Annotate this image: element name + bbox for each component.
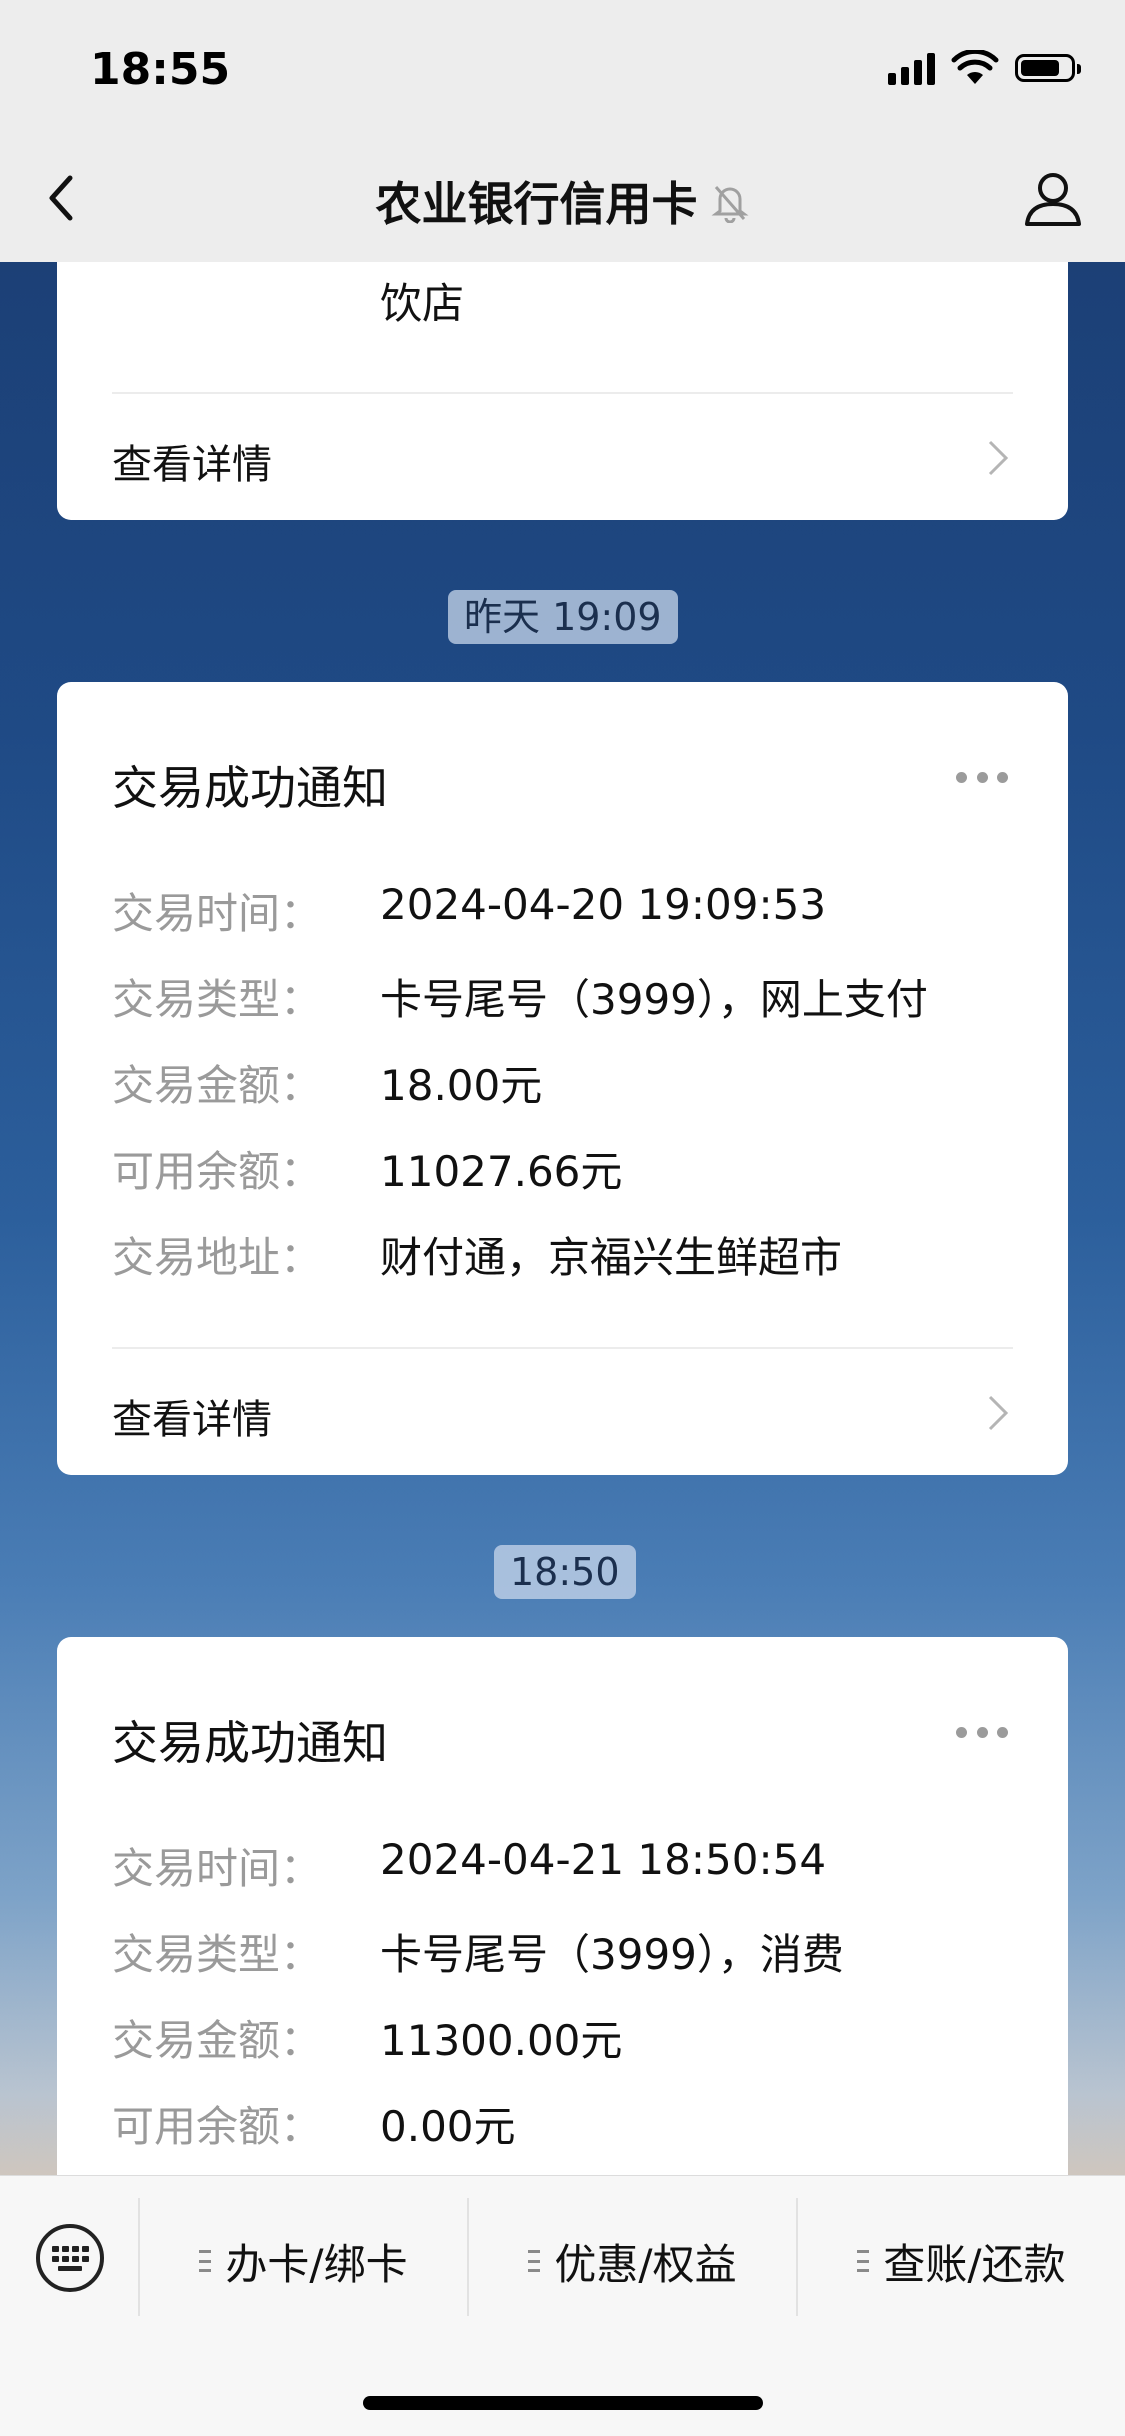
detail-row: 可用余额： 0.00元	[112, 2093, 1028, 2153]
bottom-menu-bar: 办卡/绑卡 优惠/权益 查账/还款	[0, 2175, 1125, 2436]
row-value: 2024-04-21 18:50:54	[380, 1835, 827, 1884]
detail-row: 交易类型： 卡号尾号（3999），网上支付	[112, 966, 1028, 1026]
card-title: 交易成功通知	[112, 761, 388, 815]
card-title: 交易成功通知	[112, 1716, 388, 1770]
chevron-right-icon	[988, 1395, 1009, 1431]
row-label: 交易时间：	[112, 889, 323, 938]
cellular-signal-icon	[888, 51, 935, 85]
row-label: 交易地址：	[112, 1233, 323, 1282]
view-details-link[interactable]: 查看详情	[112, 1387, 1068, 1457]
row-value: 18.00元	[380, 1061, 543, 1110]
top-bar: 18:55 农业银行信用卡	[0, 0, 1125, 262]
user-profile-icon[interactable]	[1021, 166, 1085, 230]
menu-lines-icon	[528, 2250, 541, 2272]
row-label: 交易类型：	[112, 975, 323, 1024]
timestamp-label: 昨天 19:09	[448, 590, 678, 644]
detail-row: 交易时间： 2024-04-21 18:50:54	[112, 1835, 1028, 1895]
menu-lines-icon	[857, 2250, 870, 2272]
menu-statement-repay[interactable]: 查账/还款	[798, 2206, 1125, 2316]
detail-row: 交易类型： 卡号尾号（3999），消费	[112, 1921, 1028, 1981]
row-label: 交易金额：	[112, 1061, 323, 1110]
timestamp-label: 18:50	[494, 1545, 636, 1599]
battery-icon	[1015, 54, 1081, 82]
menu-lines-icon	[199, 2250, 212, 2272]
row-value: 0.00元	[380, 2102, 516, 2151]
view-details-label: 查看详情	[112, 442, 272, 488]
detail-row: 可用余额： 11027.66元	[112, 1138, 1028, 1198]
detail-row: 交易地址： 财付通，京福兴生鲜超市	[112, 1224, 1028, 1284]
row-label: 交易时间：	[112, 1844, 323, 1893]
detail-row: 交易金额： 11300.00元	[112, 2007, 1028, 2067]
partial-value: 饮店	[380, 279, 465, 328]
menu-card-binding[interactable]: 办卡/绑卡	[140, 2206, 467, 2316]
chat-title: 农业银行信用卡	[375, 177, 698, 231]
home-indicator	[363, 2396, 763, 2410]
view-details-label: 查看详情	[112, 1397, 272, 1443]
partial-row: 饮店	[112, 270, 1028, 330]
page-title: 农业银行信用卡	[0, 168, 1125, 234]
status-time: 18:55	[90, 44, 231, 95]
detail-row: 交易金额： 18.00元	[112, 1052, 1028, 1112]
more-options-icon[interactable]	[956, 772, 1008, 784]
row-label: 交易类型：	[112, 1930, 323, 1979]
row-label: 可用余额：	[112, 2102, 323, 2151]
chevron-right-icon	[988, 440, 1009, 476]
row-value: 卡号尾号（3999），消费	[380, 1930, 844, 1979]
row-label: 可用余额：	[112, 1147, 323, 1196]
more-options-icon[interactable]	[956, 1727, 1008, 1739]
menu-offers-benefits[interactable]: 优惠/权益	[469, 2206, 796, 2316]
row-value: 财付通，京福兴生鲜超市	[380, 1233, 843, 1282]
message-card: 交易成功通知 交易时间： 2024-04-20 19:09:53 交易类型： 卡…	[57, 682, 1068, 1475]
menu-label: 查账/还款	[883, 2239, 1066, 2289]
row-value: 11027.66元	[380, 1147, 623, 1196]
view-details-link[interactable]: 查看详情	[112, 432, 1068, 502]
row-value: 2024-04-20 19:09:53	[380, 880, 827, 929]
row-value: 卡号尾号（3999），网上支付	[380, 975, 928, 1024]
row-value: 11300.00元	[380, 2016, 623, 2065]
keyboard-icon[interactable]	[34, 2222, 106, 2294]
divider	[112, 392, 1013, 394]
divider	[112, 1347, 1013, 1349]
mute-bell-icon	[711, 186, 748, 223]
message-card: 交易成功通知 交易时间： 2024-04-21 18:50:54 交易类型： 卡…	[57, 1637, 1068, 2237]
row-label: 交易金额：	[112, 2016, 323, 2065]
menu-label: 优惠/权益	[554, 2239, 737, 2289]
menu-label: 办卡/绑卡	[225, 2239, 408, 2289]
wifi-icon	[951, 50, 999, 84]
status-icons	[888, 50, 1081, 86]
detail-row: 交易时间： 2024-04-20 19:09:53	[112, 880, 1028, 940]
